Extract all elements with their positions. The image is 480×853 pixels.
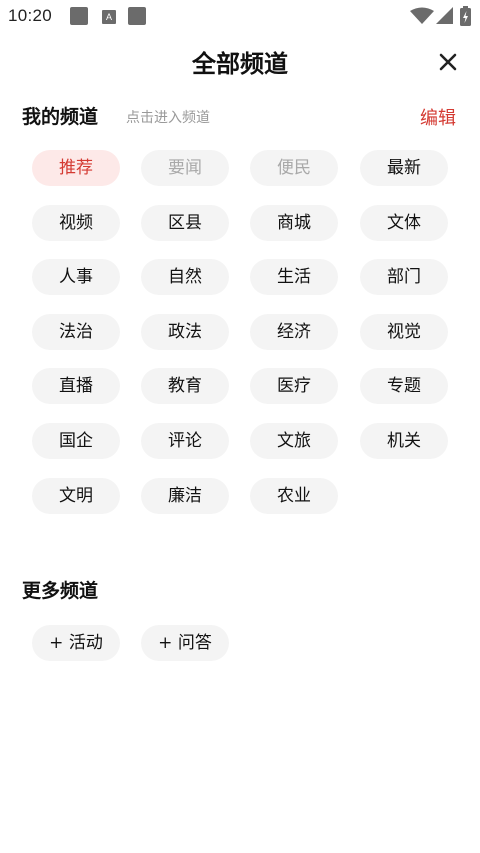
channel-chip[interactable]: 便民 <box>250 150 338 186</box>
status-time: 10:20 <box>8 6 53 25</box>
close-button[interactable] <box>432 46 464 78</box>
my-channels-hint: 点击进入频道 <box>126 110 210 126</box>
channel-chip[interactable]: 廉洁 <box>141 477 229 514</box>
channel-chip[interactable]: 区县 <box>141 204 229 241</box>
status-bar: 10:20 A <box>0 0 480 34</box>
channel-chip[interactable]: 直播 <box>32 368 120 405</box>
channel-chip[interactable]: 教育 <box>141 368 229 405</box>
more-channels-title: 更多频道 <box>22 580 99 602</box>
channel-chip[interactable]: 人事 <box>32 259 120 296</box>
channel-chip[interactable]: 法治 <box>32 313 120 350</box>
a-badge-icon: A <box>102 10 116 24</box>
battery-charging-icon <box>460 6 471 26</box>
channel-chip[interactable]: 要闻 <box>141 150 229 186</box>
edit-button[interactable]: 编辑 <box>420 104 456 130</box>
wifi-icon <box>410 7 434 24</box>
channel-chip[interactable]: 生活 <box>250 259 338 296</box>
channel-chip[interactable]: 农业 <box>250 477 338 514</box>
notification-square-icon <box>70 7 88 25</box>
channel-chip[interactable]: 文旅 <box>250 423 338 459</box>
add-channel-chip[interactable]: + 问答 <box>141 625 229 661</box>
add-channel-chip[interactable]: + 活动 <box>32 625 120 661</box>
channel-chip[interactable]: 经济 <box>250 313 338 350</box>
signal-icon <box>436 7 453 24</box>
my-channels-title: 我的频道 <box>22 106 99 128</box>
channel-chip[interactable]: 部门 <box>360 259 448 296</box>
channel-chip[interactable]: 评论 <box>141 423 229 459</box>
channel-chip[interactable]: 最新 <box>360 150 448 186</box>
page-title: 全部频道 <box>192 49 288 78</box>
channel-chip[interactable]: 医疗 <box>250 368 338 405</box>
channel-chip[interactable]: 推荐 <box>32 150 120 186</box>
channel-chip[interactable]: 政法 <box>141 313 229 350</box>
channel-chip[interactable]: 视觉 <box>360 313 448 350</box>
channel-chip[interactable]: 专题 <box>360 368 448 405</box>
close-icon[interactable] <box>432 46 464 78</box>
channel-chip[interactable]: 商城 <box>250 204 338 241</box>
channel-chip[interactable]: 文明 <box>32 477 120 514</box>
notification-square-icon <box>128 7 146 25</box>
channel-chip[interactable]: 机关 <box>360 423 448 459</box>
channel-chip[interactable]: 国企 <box>32 423 120 459</box>
channel-chip[interactable]: 自然 <box>141 259 229 296</box>
channel-chip[interactable]: 视频 <box>32 204 120 241</box>
channel-chip[interactable]: 文体 <box>360 204 448 241</box>
